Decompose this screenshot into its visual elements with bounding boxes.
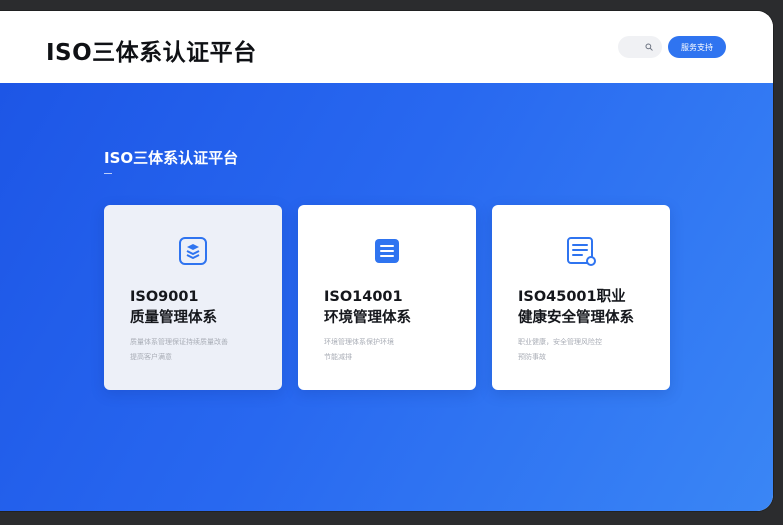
app-window: ISO三体系认证平台 服务支持 ISO三体系认证平台 ISO9001 质量管理体… bbox=[0, 11, 773, 511]
card-title-line1: ISO14001 bbox=[324, 289, 403, 305]
card-title-line1: ISO9001 bbox=[130, 289, 199, 305]
search-button[interactable] bbox=[618, 36, 662, 58]
hero-section: ISO三体系认证平台 ISO9001 质量管理体系 质量体系管理保证持续质量改善… bbox=[0, 83, 773, 511]
card-description: 环境管理体系保护环境 节能减排 bbox=[324, 335, 454, 365]
card-description: 职业健康，安全管理风险控 预防事故 bbox=[518, 335, 648, 365]
card-iso14001[interactable]: ISO14001 环境管理体系 环境管理体系保护环境 节能减排 bbox=[298, 205, 476, 390]
card-title-line2: 质量管理体系 bbox=[130, 310, 217, 326]
card-title: ISO14001 环境管理体系 bbox=[324, 287, 464, 329]
card-desc-line1: 环境管理体系保护环境 bbox=[324, 338, 394, 346]
title-underline bbox=[104, 173, 112, 174]
card-title-line2: 环境管理体系 bbox=[324, 310, 411, 326]
card-title: ISO9001 质量管理体系 bbox=[130, 287, 270, 329]
certificate-doc-icon bbox=[567, 237, 596, 266]
card-title-line1: ISO45001职业 bbox=[518, 289, 626, 305]
brand-title[interactable]: ISO三体系认证平台 bbox=[46, 33, 257, 67]
card-iso9001[interactable]: ISO9001 质量管理体系 质量体系管理保证持续质量改善 提高客户满意 bbox=[104, 205, 282, 390]
card-desc-line2: 提高客户满意 bbox=[130, 353, 172, 361]
card-title-line2: 健康安全管理体系 bbox=[518, 310, 634, 326]
search-icon bbox=[645, 43, 653, 51]
service-support-button[interactable]: 服务支持 bbox=[668, 36, 726, 58]
shield-layers-icon bbox=[179, 237, 207, 265]
card-desc-line2: 节能减排 bbox=[324, 353, 352, 361]
card-iso45001[interactable]: ISO45001职业 健康安全管理体系 职业健康，安全管理风险控 预防事故 bbox=[492, 205, 670, 390]
document-list-icon bbox=[375, 239, 399, 263]
card-title: ISO45001职业 健康安全管理体系 bbox=[518, 287, 658, 329]
card-desc-line1: 质量体系管理保证持续质量改善 bbox=[130, 338, 228, 346]
card-desc-line1: 职业健康，安全管理风险控 bbox=[518, 338, 602, 346]
section-title: ISO三体系认证平台 bbox=[104, 149, 239, 167]
card-desc-line2: 预防事故 bbox=[518, 353, 546, 361]
top-header: ISO三体系认证平台 服务支持 bbox=[0, 11, 773, 83]
card-description: 质量体系管理保证持续质量改善 提高客户满意 bbox=[130, 335, 260, 365]
